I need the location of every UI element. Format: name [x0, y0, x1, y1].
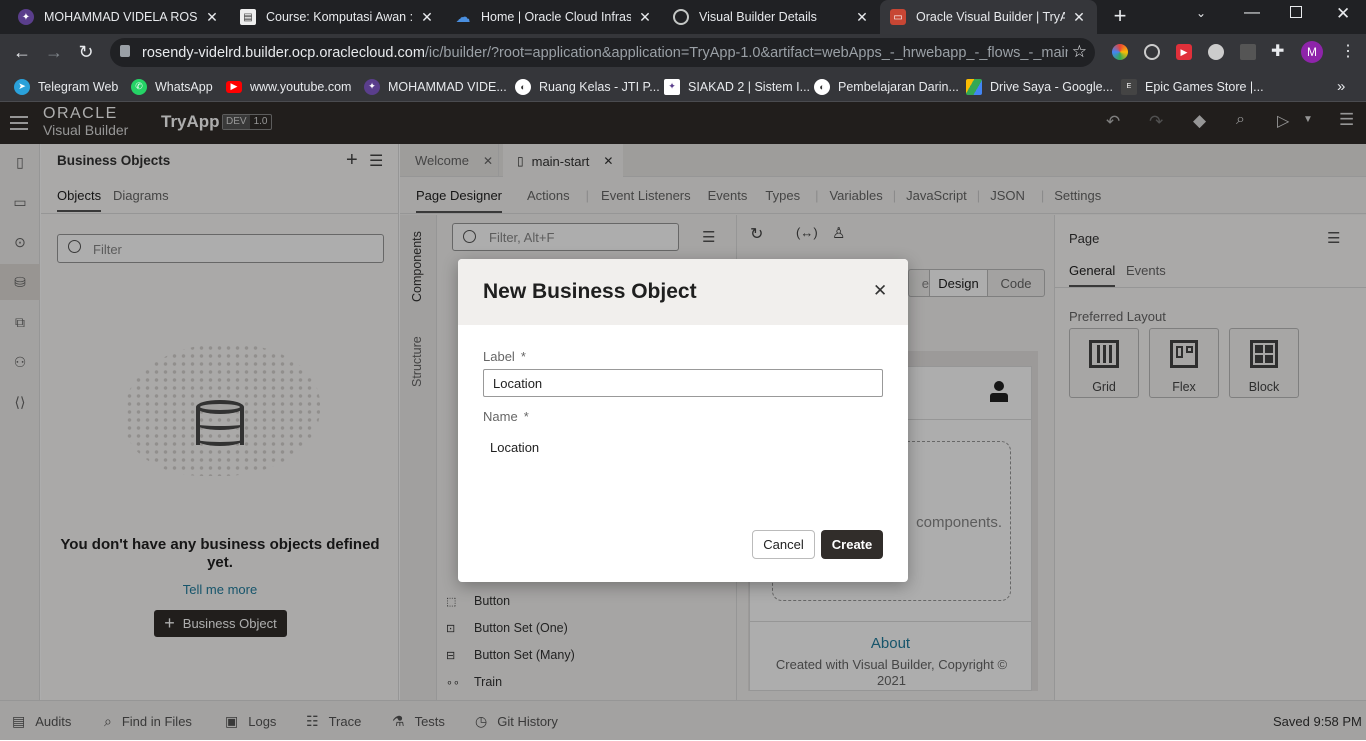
oracle-icon: ▭ [890, 9, 906, 25]
bookmark-label: MOHAMMAD VIDE... [388, 79, 507, 94]
name-input[interactable]: Location [490, 440, 539, 455]
bookmarks-bar: ➤ Telegram Web ✆ WhatsApp ▶ www.youtube.com… [0, 71, 1366, 102]
name-field-label: Name * [483, 409, 529, 424]
create-button[interactable]: Create [821, 530, 883, 559]
label-input-value: Location [493, 376, 543, 391]
lock-icon [120, 45, 130, 57]
youtube-icon: ▶ [226, 80, 242, 93]
bookmark-item[interactable]: ◐ Ruang Kelas - JTI P... [515, 71, 660, 102]
browser-tab-strip: ✦ MOHAMMAD VIDELA ROSEN ✕ ▤ Course: Komp… [0, 0, 1366, 34]
label-input[interactable]: Location [483, 369, 883, 397]
browser-tab-active[interactable]: ▭ Oracle Visual Builder | TryApp ✕ [880, 0, 1097, 34]
tab-title: Home | Oracle Cloud Infrastr [481, 10, 631, 24]
close-icon[interactable]: ✕ [854, 9, 870, 26]
media-extension-icon[interactable]: ▶ [1176, 44, 1192, 60]
bookmark-label: www.youtube.com [250, 79, 352, 94]
globe-icon: ◐ [515, 78, 531, 95]
browser-toolbar: ← → ↻ rosendy-videlrd.builder.ocp.oracle… [0, 34, 1366, 71]
back-icon[interactable]: ← [7, 34, 37, 71]
new-business-object-dialog: New Business Object ✕ Label * Location Na… [458, 259, 908, 582]
reload-icon[interactable]: ↻ [71, 34, 101, 71]
close-icon[interactable]: ✕ [637, 9, 653, 26]
bookmark-star-icon[interactable]: ☆ [1067, 42, 1087, 62]
required-mark: * [523, 409, 529, 424]
dialog-header: New Business Object ✕ [458, 259, 908, 325]
bookmark-label: Epic Games Store |... [1145, 79, 1264, 94]
tab-title: MOHAMMAD VIDELA ROSEN [44, 10, 198, 24]
new-tab-icon[interactable]: + [1108, 4, 1132, 28]
app-extension-icon[interactable] [1240, 44, 1256, 60]
whatsapp-icon: ✆ [131, 78, 147, 95]
label-text: Name [483, 409, 518, 424]
telegram-icon: ➤ [14, 78, 30, 95]
close-icon[interactable]: ✕ [419, 9, 435, 26]
bookmark-item[interactable]: ✦ SIAKAD 2 | Sistem I... [664, 71, 810, 102]
required-mark: * [520, 349, 526, 364]
minimize-icon[interactable]: — [1244, 4, 1260, 22]
url-path: /ic/builder/?root=application&applicatio… [424, 44, 1085, 61]
discord-extension-icon[interactable] [1208, 44, 1224, 60]
url-host: rosendy-videlrd.builder.ocp.oraclecloud.… [142, 44, 425, 61]
browser-tab[interactable]: ☁ Home | Oracle Cloud Infrastr ✕ [445, 0, 663, 34]
bookmark-item[interactable]: Drive Saya - Google... [966, 71, 1113, 102]
siakad-icon: ✦ [664, 78, 680, 95]
bookmark-label: WhatsApp [155, 79, 213, 94]
browser-tab[interactable]: Visual Builder Details ✕ [663, 0, 880, 34]
dialog-title: New Business Object [483, 280, 697, 303]
more-bookmarks-icon[interactable]: » [1337, 71, 1345, 102]
bookmark-item[interactable]: E Epic Games Store |... [1121, 71, 1264, 102]
bookmark-item[interactable]: ◐ Pembelajaran Darin... [814, 71, 959, 102]
cloud-icon: ☁ [455, 9, 471, 26]
bookmark-item[interactable]: ✦ MOHAMMAD VIDE... [364, 71, 507, 102]
tab-search-icon[interactable]: ⌄ [1196, 6, 1206, 20]
label-field-label: Label * [483, 349, 526, 364]
bookmark-label: SIAKAD 2 | Sistem I... [688, 79, 811, 94]
tab-title: Course: Komputasi Awan : Di [266, 10, 413, 24]
university-icon: ✦ [18, 9, 34, 25]
globe-icon [673, 9, 689, 25]
bookmark-label: Drive Saya - Google... [990, 79, 1113, 94]
bookmark-item[interactable]: ➤ Telegram Web [14, 71, 118, 102]
university-icon: ✦ [364, 78, 380, 95]
address-bar[interactable]: rosendy-videlrd.builder.ocp.oraclecloud.… [110, 38, 1095, 67]
label-text: Label [483, 349, 515, 364]
extension-icon[interactable] [1112, 44, 1128, 60]
bookmark-item[interactable]: ✆ WhatsApp [131, 71, 213, 102]
epic-games-icon: E [1121, 78, 1137, 95]
browser-tab[interactable]: ✦ MOHAMMAD VIDELA ROSEN ✕ [8, 0, 230, 34]
cancel-button[interactable]: Cancel [752, 530, 815, 559]
close-icon[interactable]: ✕ [873, 281, 887, 301]
window-close-icon[interactable]: ✕ [1336, 4, 1350, 24]
course-icon: ▤ [240, 9, 256, 25]
forward-icon[interactable]: → [39, 34, 69, 71]
bookmark-label: Telegram Web [38, 79, 119, 94]
close-icon[interactable]: ✕ [1071, 9, 1087, 26]
close-icon[interactable]: ✕ [204, 9, 220, 26]
kebab-menu-icon[interactable]: ⋮ [1340, 41, 1356, 61]
puzzle-icon[interactable]: ✚ [1271, 41, 1284, 61]
tab-title: Visual Builder Details [699, 10, 817, 24]
bookmark-label: Pembelajaran Darin... [838, 79, 959, 94]
maximize-icon[interactable] [1290, 6, 1302, 18]
bookmark-item[interactable]: ▶ www.youtube.com [226, 71, 351, 102]
globe-extension-icon[interactable] [1144, 44, 1160, 60]
bookmark-label: Ruang Kelas - JTI P... [539, 79, 660, 94]
globe-icon: ◐ [814, 78, 830, 95]
drive-icon [966, 78, 982, 95]
tab-title: Oracle Visual Builder | TryApp [916, 10, 1065, 24]
profile-avatar[interactable]: M [1301, 41, 1323, 63]
browser-tab[interactable]: ▤ Course: Komputasi Awan : Di ✕ [230, 0, 445, 34]
